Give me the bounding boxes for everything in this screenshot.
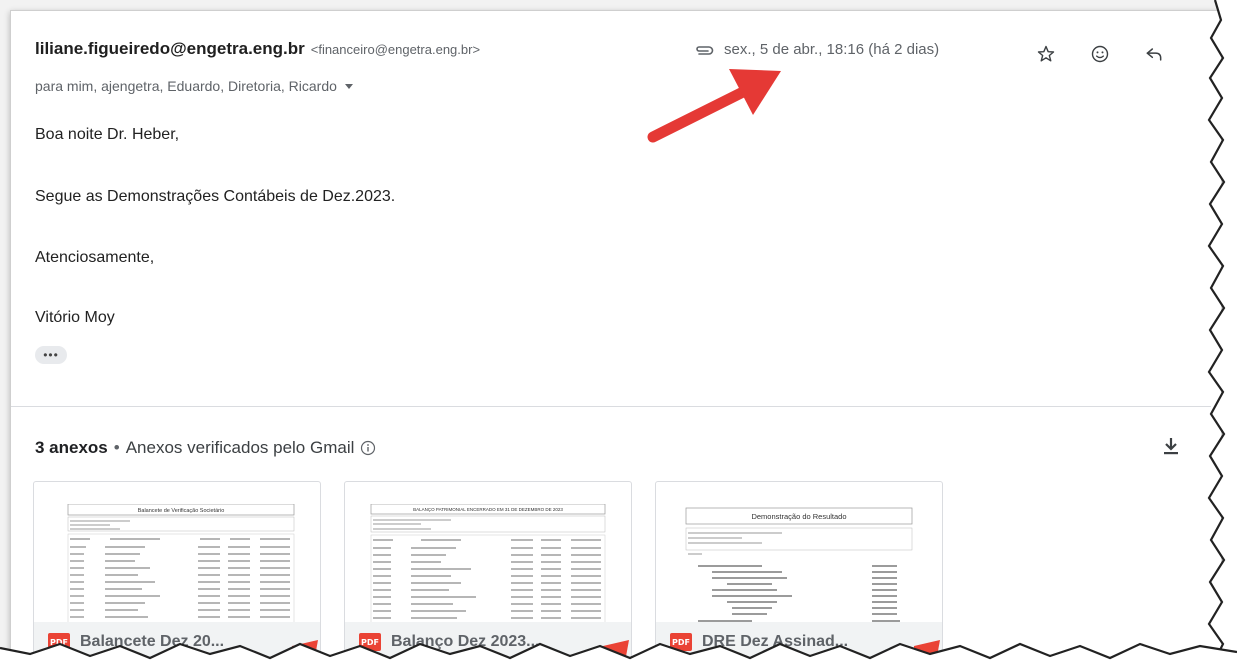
chevron-down-icon xyxy=(344,83,353,89)
attachments-verified-label: Anexos verificados pelo Gmail xyxy=(125,438,355,457)
paperclip-icon xyxy=(694,43,714,57)
attachments-count: 3 anexos xyxy=(35,438,108,457)
download-icon[interactable] xyxy=(1159,434,1183,458)
separator-dot: • xyxy=(113,438,120,457)
date-block: sex., 5 de abr., 18:16 (há 2 dias) xyxy=(694,41,939,58)
pdf-thumbnail: Demonstração do Resultado xyxy=(685,507,913,622)
show-trimmed-button[interactable]: ••• xyxy=(35,346,67,364)
thumb-title: Balancete de Verificação Societário xyxy=(138,508,225,514)
attachment-card[interactable]: Balancete de Verificação Societário PDF … xyxy=(33,481,321,659)
sender-name[interactable]: liliane.figueiredo@engetra.eng.br xyxy=(35,39,305,59)
recipients-text: para mim, ajengetra, Eduardo, Diretoria,… xyxy=(35,78,337,94)
email-greeting: Boa noite Dr. Heber, xyxy=(35,126,180,143)
annotation-arrow xyxy=(647,69,781,143)
pdf-thumbnail: BALANÇO PATRIMONIAL ENCERRADO EM 31 DE D… xyxy=(370,504,606,624)
sender-email: <financeiro@engetra.eng.br> xyxy=(310,42,481,57)
reply-icon[interactable] xyxy=(1141,41,1167,67)
attachments-header: 3 anexos • Anexos verificados pelo Gmail xyxy=(35,438,376,458)
email-body-line: Segue as Demonstrações Contábeis de Dez.… xyxy=(35,188,396,205)
sender-row: liliane.figueiredo@engetra.eng.br <finan… xyxy=(35,39,480,63)
divider xyxy=(11,406,1211,407)
email-date[interactable]: sex., 5 de abr., 18:16 (há 2 dias) xyxy=(724,41,939,58)
thumb-title: BALANÇO PATRIMONIAL ENCERRADO EM 31 DE D… xyxy=(413,507,563,512)
thumb-title: Demonstração do Resultado xyxy=(751,512,846,521)
attachment-card[interactable]: Demonstração do Resultado PDF DRE Dez As… xyxy=(655,481,943,659)
torn-edge-bottom xyxy=(0,642,1237,664)
torn-edge-right xyxy=(1207,0,1237,664)
recipients-toggle[interactable]: para mim, ajengetra, Eduardo, Diretoria,… xyxy=(35,78,353,94)
email-closing: Atenciosamente, xyxy=(35,249,155,266)
attachment-card[interactable]: BALANÇO PATRIMONIAL ENCERRADO EM 31 DE D… xyxy=(344,481,632,659)
emoji-icon[interactable] xyxy=(1087,41,1113,67)
star-icon[interactable] xyxy=(1033,41,1059,67)
email-signature: Vitório Moy xyxy=(35,309,115,326)
info-icon[interactable] xyxy=(360,440,376,456)
pdf-thumbnail: Balancete de Verificação Societário xyxy=(67,504,295,624)
message-actions xyxy=(1033,41,1167,67)
email-view: liliane.figueiredo@engetra.eng.br <finan… xyxy=(10,10,1221,659)
